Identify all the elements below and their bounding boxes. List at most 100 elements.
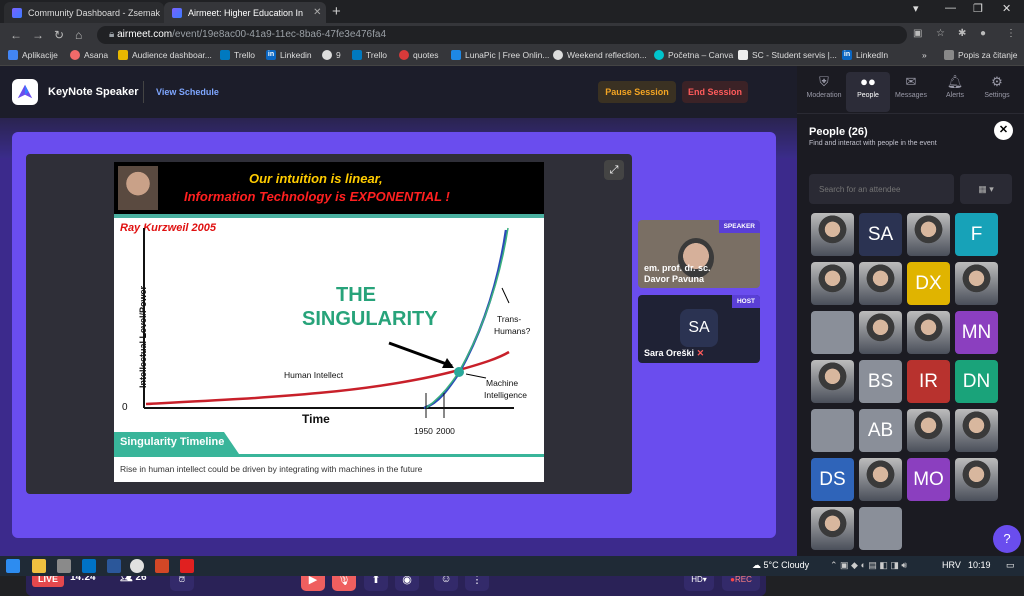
tab-label: People (857, 92, 879, 99)
back-icon[interactable]: ← (10, 28, 22, 42)
attendee-photo[interactable] (859, 458, 902, 501)
reading-list[interactable]: Popis za čitanje (944, 50, 1018, 60)
powerpoint-icon[interactable] (155, 559, 169, 573)
attendee-photo[interactable] (859, 262, 902, 305)
reload-icon[interactable]: ↻ (54, 28, 64, 42)
end-session-button[interactable]: End Session (682, 81, 748, 103)
close-window-button[interactable]: ✕ (1002, 2, 1011, 15)
bookmark-item[interactable]: Weekend reflection... (553, 50, 647, 60)
bookmark-item[interactable]: quotes (399, 50, 439, 60)
notifications-icon[interactable]: ▭ (1006, 560, 1015, 571)
language-indicator[interactable]: HRV (942, 560, 961, 570)
pause-session-button[interactable]: Pause Session (598, 81, 676, 103)
bookmark-item[interactable]: Početna – Canva (654, 50, 733, 60)
new-tab-button[interactable]: + (332, 3, 341, 20)
attendee-avatar[interactable]: BS (859, 360, 902, 403)
screen-share: Our intuition is linear, Information Tec… (26, 154, 632, 494)
attendee-avatar[interactable]: F (955, 213, 998, 256)
forward-icon[interactable]: → (32, 28, 44, 42)
more-bookmarks-icon[interactable]: » (922, 50, 927, 60)
fullscreen-icon[interactable]: ⤢ (604, 160, 624, 180)
attendee-photo[interactable] (955, 458, 998, 501)
attendee-photo[interactable] (907, 311, 950, 354)
attendee-search-input[interactable] (809, 174, 954, 204)
attendee-avatar[interactable]: AB (859, 409, 902, 452)
tab-messages[interactable]: ✉︎ Messages (889, 72, 933, 112)
view-schedule-link[interactable]: View Schedule (156, 87, 219, 97)
human-intellect-label: Human Intellect (284, 370, 344, 380)
extensions-icon[interactable]: ✱ (958, 28, 966, 39)
bookmark-item[interactable]: 9 (322, 50, 341, 60)
attendee-photo[interactable] (811, 213, 854, 256)
lunapic-icon (451, 50, 461, 60)
minimize-button[interactable]: — (945, 2, 956, 14)
attendee-avatar[interactable] (811, 409, 854, 452)
word-icon[interactable] (107, 559, 121, 573)
bookmark-item[interactable]: in LinkedIn (842, 50, 888, 60)
tab-search-icon[interactable]: ▾ (913, 2, 919, 15)
help-icon[interactable]: ? (993, 525, 1021, 553)
slide-line2: Information Technology is EXPONENTIAL ! (184, 189, 450, 204)
attendee-photo[interactable] (907, 213, 950, 256)
airmeet-logo-icon (12, 79, 38, 105)
browser-tab-airmeet[interactable]: Airmeet: Higher Education In ✕ (164, 2, 326, 23)
attendee-photo[interactable] (811, 507, 854, 550)
acrobat-icon[interactable] (180, 559, 194, 573)
bookmark-item[interactable]: Asana (70, 50, 108, 60)
attendee-avatar[interactable]: DN (955, 360, 998, 403)
tab-settings[interactable]: ⚙︎ Settings (975, 72, 1019, 112)
menu-icon[interactable]: ⋮ (1006, 28, 1016, 39)
system-tray-icons[interactable]: ⌃ ▣ ◆ ◐ ▤ ◧ ◨ 🔊︎ (830, 560, 907, 571)
weather[interactable]: ☁︎ 5°C Cloudy (752, 560, 809, 571)
host-tile[interactable]: HOST SA Sara Oreški ✕ (638, 295, 760, 363)
chrome-icon[interactable] (130, 559, 144, 573)
year-2000-label: 2000 (436, 426, 455, 436)
attendee-avatar[interactable]: SA (859, 213, 902, 256)
grid-view-toggle[interactable]: ▦ ▾ (960, 174, 1012, 204)
windows-start-icon[interactable] (6, 559, 20, 573)
attendee-avatar[interactable]: IR (907, 360, 950, 403)
attendee-photo[interactable] (859, 311, 902, 354)
weather-text: 5°C Cloudy (763, 560, 810, 570)
bookmark-item[interactable]: Audience dashboar... (118, 50, 212, 60)
file-explorer-icon[interactable] (32, 559, 46, 573)
outlook-icon[interactable] (82, 559, 96, 573)
attendee-avatar[interactable] (811, 311, 854, 354)
profile-avatar[interactable]: ● (980, 28, 986, 39)
attendee-avatar[interactable]: DS (811, 458, 854, 501)
speaker-tile[interactable]: SPEAKER em. prof. dr. sc. Davor Pavuna (638, 220, 760, 288)
browser-tab-community[interactable]: Community Dashboard - Zsemak✕ (4, 2, 164, 23)
close-icon[interactable]: ✕ (994, 121, 1013, 140)
close-tab-icon[interactable]: ✕ (307, 7, 321, 18)
host-badge: HOST (731, 295, 760, 308)
tab-alerts[interactable]: 🔔︎ Alerts (933, 72, 977, 112)
attendee-photo[interactable] (955, 409, 998, 452)
attendee-photo[interactable] (907, 409, 950, 452)
windows-taskbar: ☁︎ 5°C Cloudy ⌃ ▣ ◆ ◐ ▤ ◧ ◨ 🔊︎ HRV 10:19… (0, 556, 1024, 576)
attendee-photo[interactable] (811, 262, 854, 305)
bookmark-item[interactable]: Trello (220, 50, 255, 60)
bookmark-star-icon[interactable]: ☆ (936, 28, 945, 39)
attendee-avatar[interactable] (859, 507, 902, 550)
attendee-photo[interactable] (955, 262, 998, 305)
attendee-avatar[interactable]: DX (907, 262, 950, 305)
clock[interactable]: 10:19 (968, 560, 991, 570)
bookmark-item[interactable]: LunaPic | Free Onlin... (451, 50, 549, 60)
bookmark-label: Aplikacije (22, 50, 58, 60)
maximize-button[interactable]: ❐ (973, 2, 983, 15)
attendee-avatar[interactable]: MN (955, 311, 998, 354)
app-icon[interactable] (57, 559, 71, 573)
bookmark-item[interactable]: in Linkedin (266, 50, 312, 60)
camera-icon[interactable]: ▣ (913, 28, 922, 39)
url-field[interactable]: 🔒︎ airmeet.com/event/19e8ac00-41a9-11ec-… (97, 26, 907, 44)
tab-people[interactable]: ●● People (846, 72, 890, 112)
tab-label: Settings (984, 92, 1010, 99)
bookmark-item[interactable]: Aplikacije (8, 50, 58, 60)
attendee-photo[interactable] (811, 360, 854, 403)
bookmark-item[interactable]: Trello (352, 50, 387, 60)
home-icon[interactable]: ⌂ (75, 28, 82, 42)
attendee-avatar[interactable]: MO (907, 458, 950, 501)
bookmark-item[interactable]: SC - Student servis |... (738, 50, 837, 60)
tab-label: Alerts (946, 92, 964, 99)
tab-moderation[interactable]: ⛨ Moderation (802, 72, 846, 112)
